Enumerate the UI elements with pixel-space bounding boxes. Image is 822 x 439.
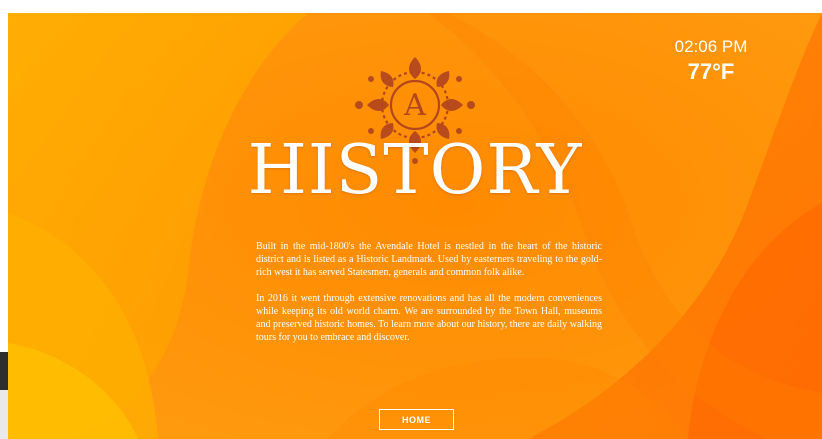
history-description: Built in the mid-1800's the Avendale Hot… — [256, 240, 602, 357]
history-paragraph-1: Built in the mid-1800's the Avendale Hot… — [256, 241, 602, 278]
clock-widget: 02:06 PM 77°F — [656, 37, 766, 87]
emblem-letter: A — [403, 88, 426, 123]
page-title: HISTORY — [247, 131, 583, 210]
browser-viewport: 02:06 PM 77°F A HISTORY Built in the mid… — [0, 0, 822, 439]
hero-stage: 02:06 PM 77°F A HISTORY Built in the mid… — [8, 13, 822, 439]
home-button[interactable]: HOME — [379, 409, 454, 430]
window-edge-dark — [0, 352, 8, 390]
window-edge-light — [0, 390, 8, 439]
history-paragraph-2: In 2016 it went through extensive renova… — [256, 293, 602, 343]
temperature-readout: 77°F — [687, 59, 735, 84]
clock-time: 02:06 PM — [674, 37, 748, 56]
